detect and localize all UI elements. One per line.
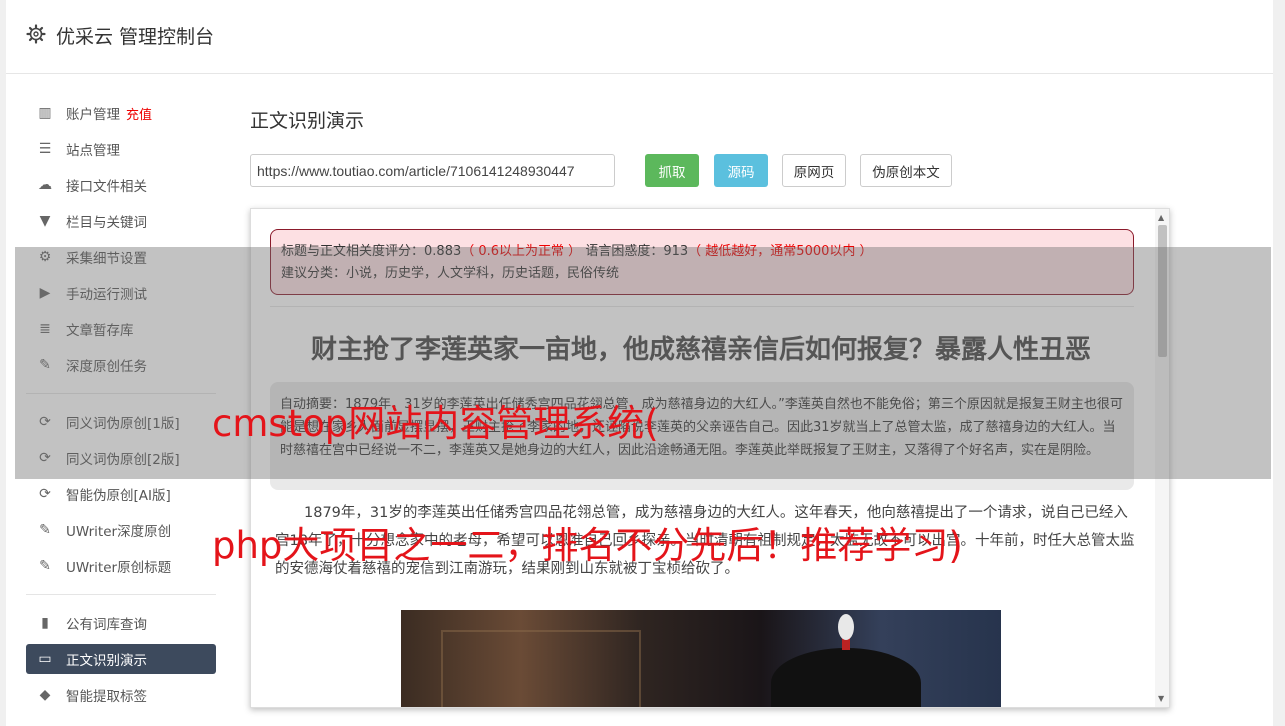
sidebar-item[interactable]: ▼ 栏目与关键词 — [26, 203, 216, 239]
sidebar-item-label: UWriter原创标题 — [66, 560, 172, 576]
sidebar-item-label: 正文识别演示 — [66, 653, 147, 669]
sidebar-item-label: 栏目与关键词 — [66, 215, 147, 231]
original-page-button[interactable]: 原网页 — [782, 154, 846, 187]
watermark-line-1: cmstop网站内容管理系统( — [212, 402, 659, 445]
fake-original-button[interactable]: 伪原创本文 — [860, 154, 952, 187]
sidebar-item[interactable]: ◆ 智能提取标签 — [26, 677, 216, 713]
watermark-line-2: php大项目之一二，排名不分先后！推荐学习) — [212, 524, 963, 567]
sidebar-item[interactable]: ⟳ 智能伪原创[AI版] — [26, 476, 216, 512]
tag-icon: ◆ — [39, 687, 51, 703]
sidebar-item[interactable]: ▭ 正文识别演示 — [26, 644, 216, 674]
sidebar-item[interactable]: ▮ 公有词库查询 — [26, 605, 216, 641]
sidebar-item[interactable]: ✎ UWriter深度原创 — [26, 512, 216, 548]
gear-icon — [26, 24, 46, 44]
monitor-icon: ▭ — [38, 651, 52, 667]
edit-icon: ✎ — [39, 522, 51, 538]
sidebar-item-label: 站点管理 — [66, 143, 120, 159]
sidebar-item[interactable]: ☁ 接口文件相关 — [26, 167, 216, 203]
bar-chart-icon: ▥ — [38, 105, 52, 121]
sidebar-item-label: 账户管理 — [66, 107, 120, 123]
header: 优采云 管理控制台 — [6, 0, 1273, 74]
server-icon: ☰ — [38, 141, 52, 157]
sidebar-item[interactable]: ✎ UWriter原创标题 — [26, 548, 216, 584]
sidebar-item[interactable]: ☰ 站点管理 — [26, 131, 216, 167]
refresh-icon: ⟳ — [39, 486, 51, 502]
book-icon: ▮ — [41, 615, 49, 631]
sidebar-item[interactable]: ▥ 账户管理 充值 — [26, 95, 216, 131]
scroll-up-icon[interactable]: ▲ — [1158, 213, 1164, 222]
fetch-button[interactable]: 抓取 — [645, 154, 699, 187]
filter-icon: ▼ — [39, 213, 51, 229]
source-button[interactable]: 源码 — [714, 154, 768, 187]
sidebar-item-label: 智能伪原创[AI版] — [66, 488, 171, 504]
cloud-upload-icon: ☁ — [38, 177, 52, 193]
sidebar-item-label: 公有词库查询 — [66, 617, 147, 633]
edit-icon: ✎ — [39, 558, 51, 574]
sidebar-separator — [26, 594, 216, 595]
url-input[interactable] — [250, 154, 615, 187]
sidebar-item-label: 接口文件相关 — [66, 179, 147, 195]
sidebar-item-label: UWriter深度原创 — [66, 524, 172, 540]
sidebar-item-label: 智能提取标签 — [66, 689, 147, 705]
page-title: 正文识别演示 — [250, 110, 365, 132]
console-title: 优采云 管理控制台 — [56, 26, 215, 48]
article-image — [401, 610, 1001, 707]
scroll-down-icon[interactable]: ▼ — [1158, 694, 1164, 703]
recharge-link[interactable]: 充值 — [126, 104, 152, 123]
